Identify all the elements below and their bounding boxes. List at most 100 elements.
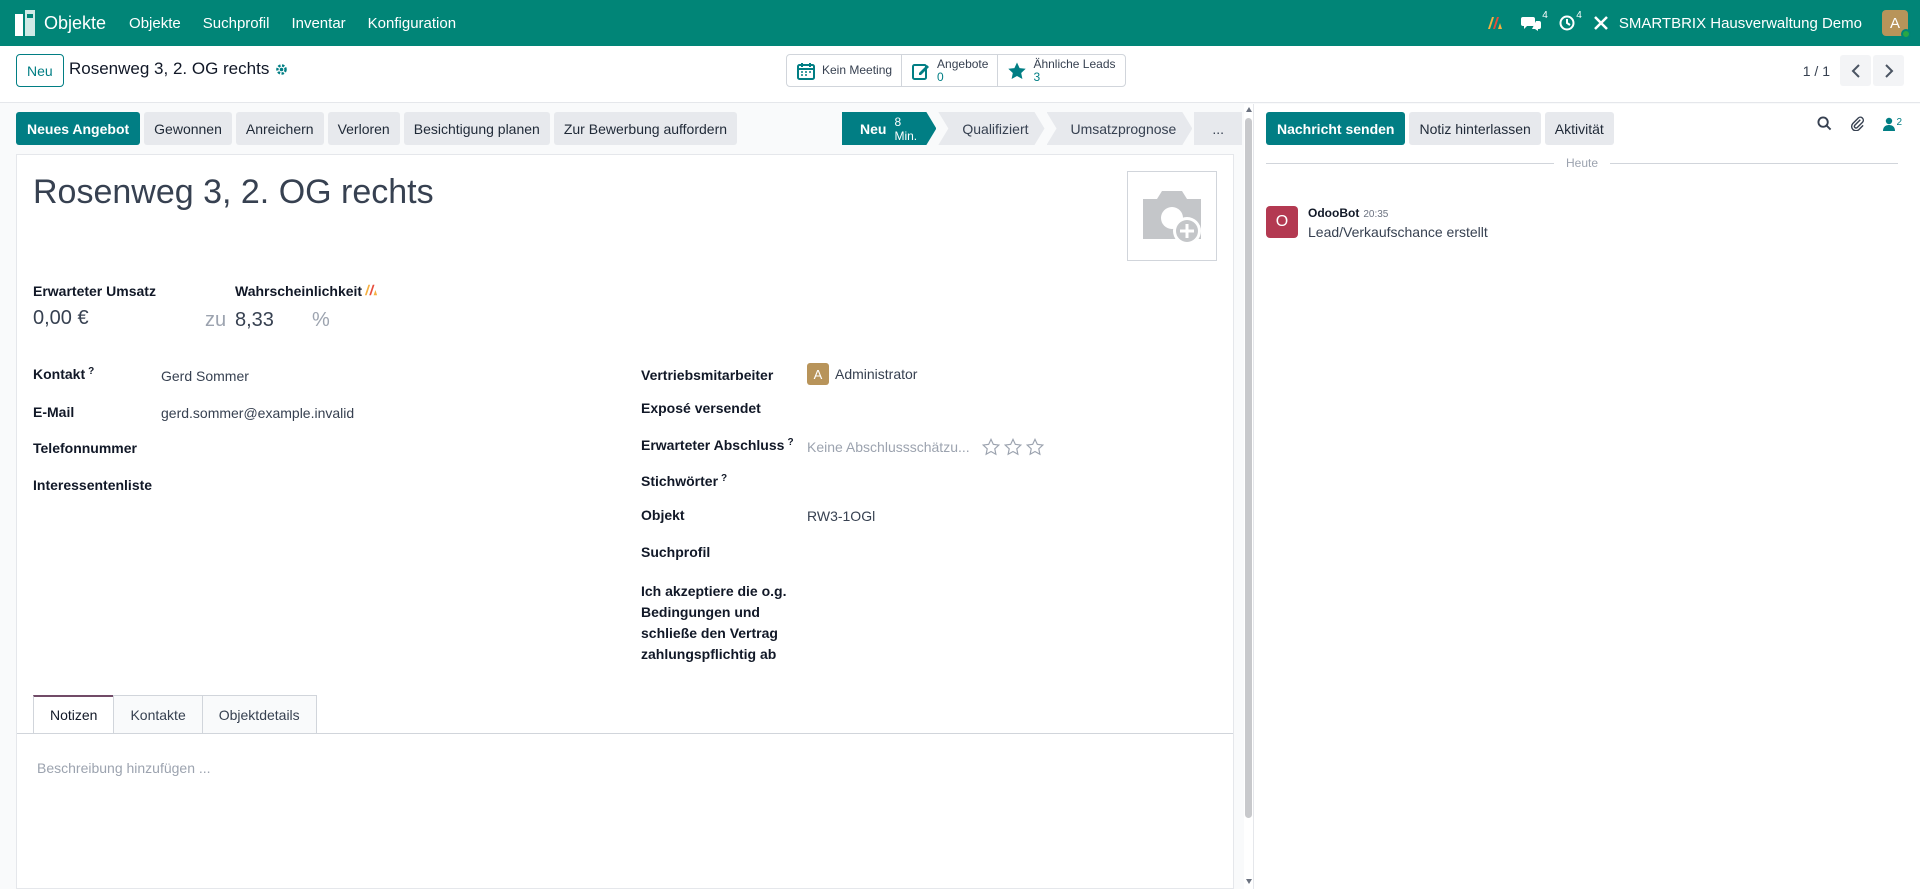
ai-systray-button[interactable] xyxy=(1487,15,1503,31)
search-icon[interactable] xyxy=(1817,116,1832,131)
form-sheet: Rosenweg 3, 2. OG rechts Erwarteter Umsa… xyxy=(16,154,1234,889)
date-separator-label: Heute xyxy=(1565,156,1599,170)
lost-button[interactable]: Verloren xyxy=(327,112,400,145)
email-value[interactable]: gerd.sommer@example.invalid xyxy=(161,405,354,421)
help-tooltip-closing[interactable]: ? xyxy=(787,437,793,448)
tags-label: Stichwörter? xyxy=(641,473,727,489)
expected-revenue-value[interactable]: 0,00 € xyxy=(33,307,89,330)
tab-notes[interactable]: Notizen xyxy=(33,695,115,733)
camera-add-icon xyxy=(1143,191,1201,245)
expected-closing-label: Erwarteter Abschluss? xyxy=(641,437,794,453)
top-navbar: Objekte Objekte Suchprofil Inventar Konf… xyxy=(0,0,1920,46)
offers-stat-value: 0 xyxy=(937,69,944,84)
chatter-topbar: Nachricht senden Notiz hinterlassen Akti… xyxy=(1266,112,1614,145)
user-avatar[interactable]: A xyxy=(1882,10,1911,39)
menu-suchprofil[interactable]: Suchprofil xyxy=(192,15,281,32)
tab-contacts[interactable]: Kontakte xyxy=(113,695,203,733)
message-author-avatar[interactable]: O xyxy=(1266,206,1298,238)
similar-leads-stat-button[interactable]: Ähnliche Leads 3 xyxy=(998,55,1124,86)
stage-qualified[interactable]: Qualifiziert xyxy=(938,112,1044,145)
app-name: Objekte xyxy=(44,12,107,33)
stage-new[interactable]: Neu 8 Min. xyxy=(842,112,936,145)
separator-line-right xyxy=(1610,162,1898,164)
app-brand[interactable]: Objekte xyxy=(14,10,118,36)
paperclip-icon[interactable] xyxy=(1850,116,1865,131)
log-note-button[interactable]: Notiz hinterlassen xyxy=(1409,112,1541,145)
calendar-icon xyxy=(797,62,815,80)
help-tooltip-tags[interactable]: ? xyxy=(721,473,727,484)
similar-leads-stat-label: Ähnliche Leads xyxy=(1033,56,1116,71)
help-tooltip-contact[interactable]: ? xyxy=(88,366,94,377)
object-value[interactable]: RW3-1OGl xyxy=(807,508,875,524)
chatter-icons: 2 xyxy=(1817,116,1902,131)
ai-icon xyxy=(1487,17,1502,29)
company-switcher[interactable]: SMARTBRIX Hausverwaltung Demo xyxy=(1619,15,1862,32)
enrich-button[interactable]: Anreichern xyxy=(235,112,324,145)
won-button[interactable]: Gewonnen xyxy=(144,112,232,145)
expected-closing-input[interactable]: Keine Abschlussschätzu... xyxy=(807,439,970,455)
tags-label-text: Stichwörter xyxy=(641,473,719,489)
priority-stars xyxy=(982,438,1044,456)
pencil-square-icon xyxy=(912,63,930,80)
stage-more-label: ... xyxy=(1212,120,1224,137)
message-header: OdooBot 20:35 xyxy=(1308,206,1488,220)
online-status-dot xyxy=(1901,29,1911,39)
notebook-tabs: Notizen Kontakte Objektdetails xyxy=(33,695,317,733)
stage-statusbar: Neu 8 Min. Qualifiziert Umsatzprognose .… xyxy=(842,112,1244,145)
menu-objekte[interactable]: Objekte xyxy=(118,15,192,32)
tab-divider xyxy=(17,733,1233,734)
pager-next-button[interactable] xyxy=(1873,55,1904,86)
stage-new-label: Neu xyxy=(860,120,887,137)
contact-label: Kontakt? xyxy=(33,366,94,382)
message-time: 20:35 xyxy=(1363,209,1389,220)
stage-more[interactable]: ... xyxy=(1194,112,1242,145)
user-icon xyxy=(1883,117,1896,131)
pager-previous-button[interactable] xyxy=(1840,55,1871,86)
priority-star-3-icon[interactable] xyxy=(1026,438,1044,456)
activities-button[interactable]: 4 xyxy=(1559,10,1582,31)
image-upload[interactable] xyxy=(1127,171,1217,261)
message-body: Lead/Verkaufschance erstellt xyxy=(1308,224,1488,240)
ai-probability-icon[interactable] xyxy=(364,283,378,297)
request-application-button[interactable]: Zur Bewerbung auffordern xyxy=(553,112,738,145)
menu-konfiguration[interactable]: Konfiguration xyxy=(357,15,467,32)
form-scrollbar[interactable] xyxy=(1244,104,1253,889)
salesperson-label: Vertriebsmitarbeiter xyxy=(641,367,774,383)
probability-at-label: zu xyxy=(205,309,227,331)
pager-value[interactable]: 1 / 1 xyxy=(1803,63,1830,79)
contact-value[interactable]: Gerd Sommer xyxy=(161,368,249,384)
message-author[interactable]: OdooBot xyxy=(1308,206,1359,220)
new-offer-button[interactable]: Neues Angebot xyxy=(16,112,141,145)
stage-forecast[interactable]: Umsatzprognose xyxy=(1047,112,1193,145)
scroll-up-icon[interactable] xyxy=(1245,106,1253,114)
form-area: Neues Angebot Gewonnen Anreichern Verlor… xyxy=(0,104,1244,889)
meeting-stat-button[interactable]: Kein Meeting xyxy=(787,55,903,86)
terms-accept-label: Ich akzeptiere die o.g. Bedingungen und … xyxy=(641,583,787,662)
action-buttons: Neues Angebot Gewonnen Anreichern Verlor… xyxy=(16,112,738,145)
chatter-panel: Nachricht senden Notiz hinterlassen Akti… xyxy=(1253,104,1920,889)
gear-icon[interactable] xyxy=(275,63,288,76)
offers-stat-button[interactable]: Angebote 0 xyxy=(902,55,999,86)
activity-button[interactable]: Aktivität xyxy=(1544,112,1614,145)
probability-value[interactable]: 8,33 xyxy=(235,309,274,332)
expected-closing-label-text: Erwarteter Abschluss xyxy=(641,437,785,453)
salesperson-field[interactable]: A Administrator xyxy=(807,363,917,385)
scrollbar-thumb[interactable] xyxy=(1245,118,1252,818)
priority-star-2-icon[interactable] xyxy=(1004,438,1022,456)
message-content: OdooBot 20:35 Lead/Verkaufschance erstell… xyxy=(1308,206,1488,240)
send-message-button[interactable]: Nachricht senden xyxy=(1266,112,1406,145)
new-button[interactable]: Neu xyxy=(16,54,64,87)
schedule-viewing-button[interactable]: Besichtigung planen xyxy=(403,112,550,145)
messages-count: 4 xyxy=(1542,10,1548,21)
notes-editor[interactable]: Beschreibung hinzufügen ... xyxy=(37,760,211,776)
record-title[interactable]: Rosenweg 3, 2. OG rechts xyxy=(33,173,434,212)
settings-tools-button[interactable] xyxy=(1593,15,1609,31)
menu-inventar[interactable]: Inventar xyxy=(280,15,356,32)
priority-star-1-icon[interactable] xyxy=(982,438,1000,456)
messages-button[interactable]: 4 xyxy=(1520,10,1548,31)
chat-bubbles-icon xyxy=(1520,17,1541,31)
tab-object-details[interactable]: Objektdetails xyxy=(201,695,317,733)
scroll-down-icon[interactable] xyxy=(1245,877,1253,885)
probability-label: Wahrscheinlichkeit xyxy=(235,283,363,299)
followers-button[interactable]: 2 xyxy=(1883,117,1902,131)
